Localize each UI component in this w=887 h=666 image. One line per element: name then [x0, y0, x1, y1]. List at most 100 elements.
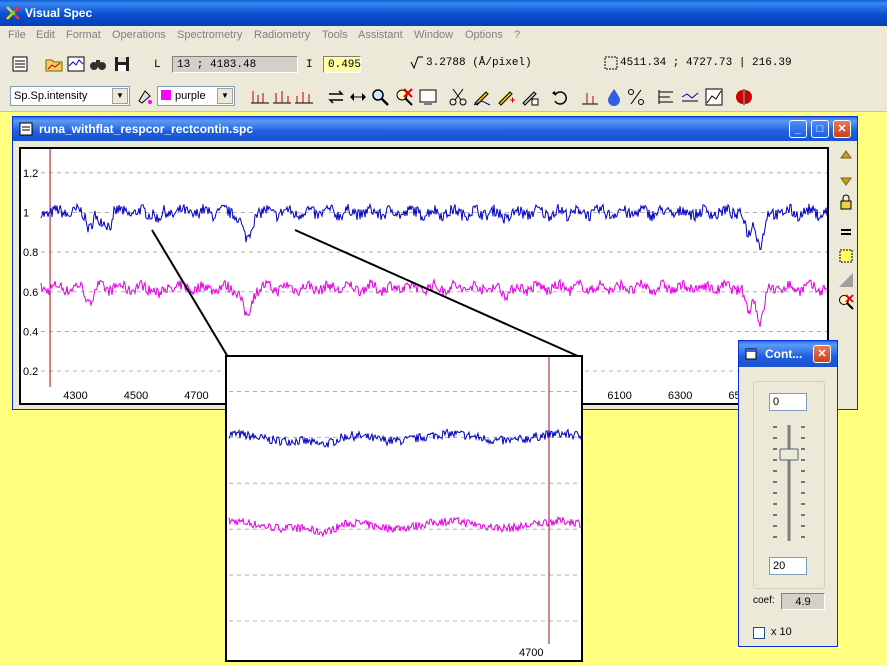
spectrum-window-title: runa_withflat_respcor_rectcontin.spc: [39, 122, 254, 136]
menu-assistant[interactable]: Assistant: [358, 29, 403, 41]
continuum-window-titlebar: Cont... ✕: [739, 341, 837, 367]
menu-tools[interactable]: Tools: [322, 29, 348, 41]
zoom-cancel-icon[interactable]: [837, 293, 855, 311]
intensity-mode-value: Sp.Sp.intensity: [14, 90, 88, 102]
blue-series-line: [40, 202, 827, 251]
zoom-inset[interactable]: 0.20.40.60.811.247004900: [225, 355, 583, 662]
open-spectrum-icon[interactable]: [66, 54, 86, 74]
maximize-button[interactable]: □: [811, 120, 829, 138]
bottom-value-field[interactable]: 20: [769, 557, 807, 575]
window-icon: [745, 348, 757, 360]
lines-icon-1[interactable]: [250, 87, 270, 107]
document-icon: [19, 122, 33, 136]
x-tick-label: 6100: [607, 390, 631, 402]
dispersion-readout: 3.2788 (Å/pixel): [426, 57, 532, 69]
lines-icon-2[interactable]: [272, 87, 292, 107]
gradient-icon[interactable]: [837, 271, 855, 289]
blue-series-line: [228, 428, 581, 448]
dispersion-icon: [410, 56, 423, 70]
x-tick-label: 4300: [63, 390, 87, 402]
select-rect-icon[interactable]: [837, 247, 855, 265]
menu-radiometry[interactable]: Radiometry: [254, 29, 310, 41]
open-icon[interactable]: [44, 54, 64, 74]
intensity-mode-select[interactable]: Sp.Sp.intensity ▼: [10, 86, 130, 106]
coef-value: 4.9: [781, 593, 825, 610]
continuum-slider[interactable]: [769, 421, 809, 545]
intensity-label: I: [306, 59, 313, 71]
color-value: purple: [175, 90, 206, 102]
secondary-toolbar: Sp.Sp.intensity ▼ purple ▼: [0, 82, 887, 112]
close-button[interactable]: ✕: [833, 120, 851, 138]
pen-plus-icon[interactable]: [496, 87, 516, 107]
top-value-field[interactable]: 0: [769, 393, 807, 411]
y-tick-label: 0.4: [23, 326, 38, 338]
x-tick-label: 4700: [184, 390, 208, 402]
save-icon[interactable]: [112, 54, 132, 74]
spectrum-window-titlebar: runa_withflat_respcor_rectcontin.spc _ □…: [13, 117, 857, 141]
lambda-label: L: [154, 59, 161, 71]
menu-operations[interactable]: Operations: [112, 29, 166, 41]
zoom-icon[interactable]: [370, 87, 390, 107]
color-select[interactable]: purple ▼: [157, 86, 235, 106]
scissors-icon[interactable]: [448, 87, 468, 107]
menu-format[interactable]: Format: [66, 29, 101, 41]
selection-icon: [604, 56, 618, 70]
display-icon[interactable]: [418, 87, 438, 107]
calibration-icon[interactable]: [580, 87, 600, 107]
magenta-series-line: [228, 515, 581, 538]
continuum-window-title: Cont...: [765, 347, 803, 361]
lock-icon[interactable]: [837, 193, 855, 211]
menu-window[interactable]: Window: [414, 29, 453, 41]
intensity-readout: 0.495: [323, 56, 361, 73]
x-tick-label: 6300: [668, 390, 692, 402]
undo-icon[interactable]: [550, 87, 570, 107]
x10-label: x 10: [771, 626, 792, 638]
close-button[interactable]: ✕: [813, 345, 831, 363]
percent-icon[interactable]: [626, 87, 646, 107]
minimize-button[interactable]: _: [789, 120, 807, 138]
swap-icon[interactable]: [326, 87, 346, 107]
graph-icon[interactable]: [704, 87, 724, 107]
chevron-down-icon[interactable]: ▼: [217, 88, 233, 104]
equals-icon[interactable]: [837, 223, 855, 241]
magenta-series-line: [40, 277, 827, 327]
color-swatch: [161, 90, 171, 100]
fit-icon[interactable]: [348, 87, 368, 107]
app-icon: [6, 6, 20, 20]
y-tick-label: 0.2: [23, 366, 38, 378]
arrow-up-icon[interactable]: [837, 149, 855, 167]
x-tick-label: 4700: [519, 647, 543, 659]
lambda-readout: 13 ; 4183.48: [172, 56, 298, 73]
split-icon[interactable]: [734, 87, 754, 107]
new-icon[interactable]: [10, 54, 30, 74]
x10-checkbox[interactable]: [753, 627, 765, 639]
y-tick-label: 0.6: [23, 287, 38, 299]
lines-icon-3[interactable]: [294, 87, 314, 107]
menu-file[interactable]: File: [8, 29, 26, 41]
pen-icon[interactable]: [472, 87, 492, 107]
app-titlebar: Visual Spec: [0, 0, 887, 26]
menu-help[interactable]: ?: [514, 29, 520, 41]
y-tick-label: 1: [23, 207, 29, 219]
chevron-down-icon[interactable]: ▼: [112, 88, 128, 104]
zoom-cancel-icon[interactable]: [394, 87, 414, 107]
continuum-window: Cont... ✕ 0 20 coef: 4.9 x 10: [738, 340, 838, 647]
binoculars-icon[interactable]: [88, 54, 108, 74]
slider-thumb: [779, 448, 799, 461]
drop-icon[interactable]: [604, 87, 624, 107]
y-tick-label: 1.2: [23, 168, 38, 180]
paint-icon[interactable]: [135, 87, 155, 107]
app-title: Visual Spec: [25, 6, 93, 20]
ruler-icon[interactable]: [656, 87, 676, 107]
menu-spectrometry[interactable]: Spectrometry: [177, 29, 242, 41]
y-tick-label: 0.8: [23, 247, 38, 259]
menu-edit[interactable]: Edit: [36, 29, 55, 41]
pen-edit-icon[interactable]: [520, 87, 540, 107]
arrow-down-icon[interactable]: [837, 169, 855, 187]
main-toolbar: L 13 ; 4183.48 I 0.495 3.2788 (Å/pixel) …: [0, 46, 887, 82]
coef-label: coef:: [753, 595, 775, 606]
menu-options[interactable]: Options: [465, 29, 503, 41]
zoom-inset-canvas[interactable]: 0.20.40.60.811.247004900: [227, 357, 581, 660]
level-icon[interactable]: [680, 87, 700, 107]
x-tick-label: 4500: [124, 390, 148, 402]
